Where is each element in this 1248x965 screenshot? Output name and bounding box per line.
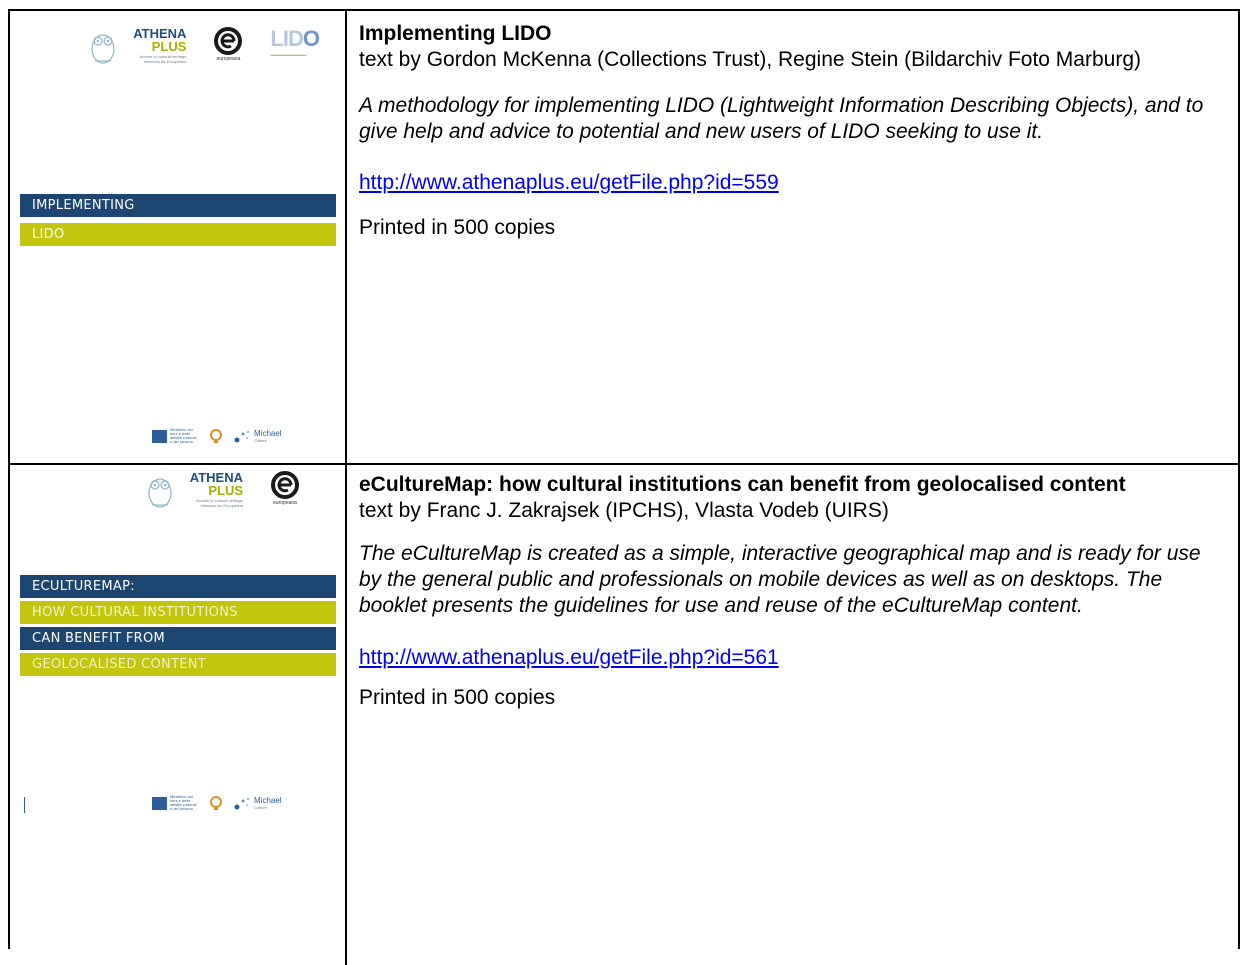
publication-row: ATHENA PLUS Access to cultural heritage … xyxy=(10,11,1238,465)
publication-author: text by Franc J. Zakrajsek (IPCHS), Vlas… xyxy=(359,499,889,522)
publication-title: Implementing LIDO xyxy=(359,22,552,45)
lido-tag-line: ▬▬▬▬▬▬▬▬▬ xyxy=(270,52,307,57)
cover-title-band: HOW CULTURAL INSTITUTIONS xyxy=(20,601,336,624)
print-run: Printed in 500 copies xyxy=(359,686,556,709)
athena-plus-logo: ATHENA PLUS Access to cultural heritage … xyxy=(143,471,243,509)
cover-title-band: IMPLEMENTING xyxy=(20,194,336,217)
cover-footer-logos: Ministero dei beni e delle attività cult… xyxy=(152,795,282,811)
cover-footer-logos: Ministero dei beni e delle attività cult… xyxy=(152,428,282,444)
cover-edge-mark xyxy=(24,797,25,813)
publication-row: ATHENA PLUS Access to cultural heritage … xyxy=(10,465,1238,965)
michael-text: Michael xyxy=(254,795,282,805)
athena-line-2: PLUS xyxy=(151,39,187,54)
print-run: Printed in 500 copies xyxy=(359,216,556,239)
michael-text: Michael xyxy=(254,428,282,438)
download-link[interactable]: http://www.athenaplus.eu/getFile.php?id=… xyxy=(359,170,779,196)
athena-line-2: PLUS xyxy=(208,483,243,498)
mibac-text: Ministero dei beni e delle attività cult… xyxy=(170,427,197,444)
cover-image-cell: ATHENA PLUS Access to cultural heritage … xyxy=(10,11,347,463)
iccu-logo-icon xyxy=(210,796,222,810)
cover-logo-row: ATHENA PLUS Access to cultural heritage … xyxy=(86,26,320,65)
cover-title-band: GEOLOCALISED CONTENT xyxy=(20,653,336,676)
cover-title-band: LIDO xyxy=(20,223,336,246)
europeana-icon xyxy=(271,471,299,499)
download-link[interactable]: http://www.athenaplus.eu/getFile.php?id=… xyxy=(359,645,779,671)
iccu-logo-icon xyxy=(210,429,222,443)
cover-title-band: CAN BENEFIT FROM xyxy=(20,627,336,650)
europeana-logo: europeana xyxy=(269,471,301,506)
owl-icon xyxy=(148,478,172,508)
publication-abstract: The eCultureMap is created as a simple, … xyxy=(359,542,1201,617)
publication-author: text by Gordon McKenna (Collections Trus… xyxy=(359,48,1141,71)
mibac-emblem-icon xyxy=(152,796,167,810)
publication-title: eCultureMap: how cultural institutions c… xyxy=(359,473,1126,496)
athena-tagline: Access to cultural heritage networks for… xyxy=(139,54,187,64)
description-cell: Implementing LIDO text by Gordon McKenna… xyxy=(347,11,1238,463)
owl-icon xyxy=(91,34,116,64)
lido-logo: LIDO ▬▬▬▬▬▬▬▬▬ xyxy=(270,26,320,58)
athena-tagline: Access to cultural heritage networks for… xyxy=(196,498,243,508)
mibac-logo: Ministero dei beni e delle attività cult… xyxy=(152,795,198,811)
mibac-emblem-icon xyxy=(152,429,167,443)
europeana-label: europeana xyxy=(273,500,297,506)
michael-logo: Michael Culture xyxy=(234,796,282,810)
cover-title-band: ECULTUREMAP: xyxy=(20,575,336,598)
europeana-logo: europeana xyxy=(212,27,244,62)
lido-o-letter: O xyxy=(302,26,320,51)
mibac-logo: Ministero dei beni e delle attività cult… xyxy=(152,428,198,444)
michael-logo: Michael Culture xyxy=(234,429,282,443)
michael-subtext: Culture xyxy=(254,804,267,810)
europeana-icon xyxy=(214,27,243,55)
michael-dots-icon xyxy=(234,797,250,810)
michael-dots-icon xyxy=(234,430,250,443)
cover-logo-row: ATHENA PLUS Access to cultural heritage … xyxy=(143,471,301,509)
cover-image-cell: ATHENA PLUS Access to cultural heritage … xyxy=(10,465,347,965)
michael-subtext: Culture xyxy=(254,437,267,443)
athena-plus-logo: ATHENA PLUS Access to cultural heritage … xyxy=(86,27,186,65)
europeana-label: europeana xyxy=(216,56,241,62)
description-cell: eCultureMap: how cultural institutions c… xyxy=(347,465,1238,965)
publication-abstract: A methodology for implementing LIDO (Lig… xyxy=(359,94,1204,143)
lido-letters: LID xyxy=(270,26,303,51)
mibac-text: Ministero dei beni e delle attività cult… xyxy=(170,794,197,811)
publication-table: ATHENA PLUS Access to cultural heritage … xyxy=(8,9,1240,965)
